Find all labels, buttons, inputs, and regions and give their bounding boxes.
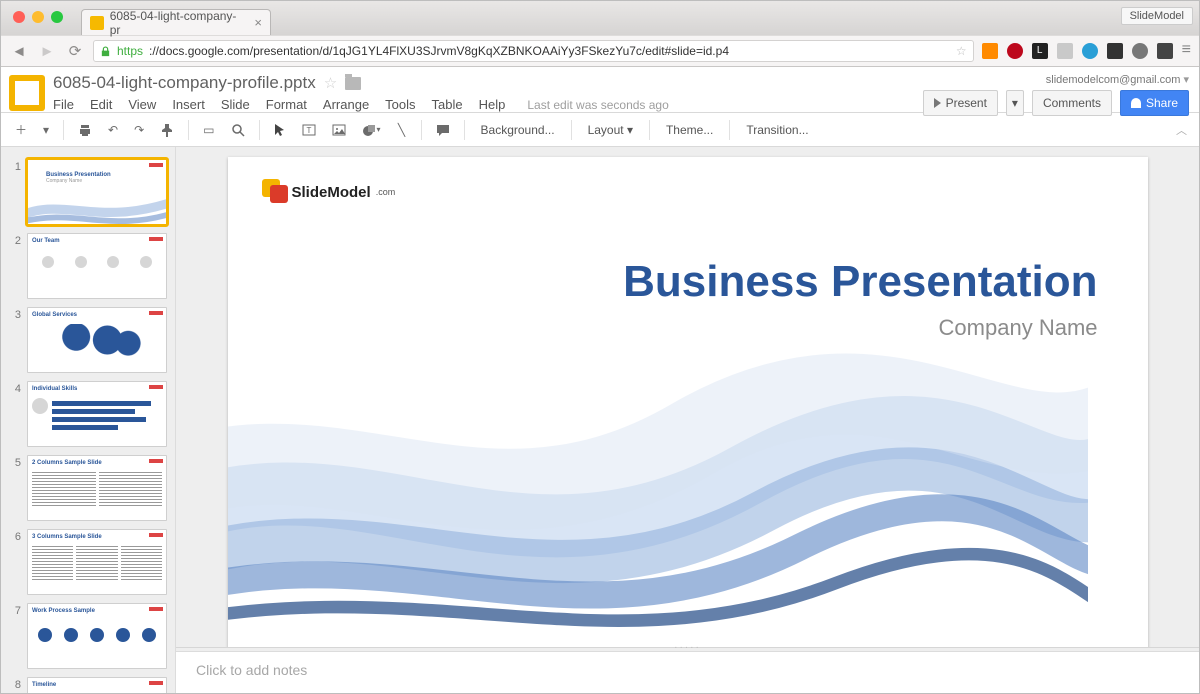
document-title[interactable]: 6085-04-light-company-profile.pptx [53,73,316,93]
thumbnail-5[interactable]: 2 Columns Sample Slide [27,455,167,521]
slide-canvas[interactable]: SlideModel .com Business Presentation Co… [228,157,1148,647]
svg-text:T: T [306,126,311,135]
ext-icon-8[interactable] [1157,43,1173,59]
undo-button[interactable]: ↶ [102,118,124,142]
url-scheme: https [117,44,143,58]
profile-badge[interactable]: SlideModel [1121,7,1193,25]
forward-button[interactable]: ► [37,41,57,61]
minimize-window-button[interactable] [32,11,44,23]
present-dropdown[interactable]: ▾ [1006,90,1024,116]
notes-splitter[interactable] [176,647,1199,651]
account-email[interactable]: slidemodelcom@gmail.com [1046,73,1189,86]
canvas-area: SlideModel .com Business Presentation Co… [176,147,1199,693]
slide-thumbnails[interactable]: 1 Business Presentation Company Name 2 O… [1,147,176,693]
tab-strip: 6085-04-light-company-pr × SlideModel [1,1,1199,35]
zoom-button[interactable] [225,118,251,142]
ext-icon-7[interactable] [1132,43,1148,59]
slides-logo[interactable] [9,75,45,111]
line-tool[interactable]: ╲ [391,118,413,142]
thumbnail-2[interactable]: Our Team [27,233,167,299]
background-button[interactable]: Background... [473,119,563,141]
slidemodel-logo: SlideModel .com [262,179,396,205]
thumb-number: 1 [9,159,21,225]
comment-tool[interactable] [430,118,456,142]
new-slide-button[interactable]: ＋ [9,118,33,142]
comments-button[interactable]: Comments [1032,90,1112,116]
thumbnail-8[interactable]: Timeline [27,677,167,693]
share-button[interactable]: Share [1120,90,1189,116]
docs-header: 6085-04-light-company-profile.pptx ☆ Fil… [1,67,1199,113]
last-edit-label[interactable]: Last edit was seconds ago [527,98,668,112]
layout-button[interactable]: Layout ▾ [580,119,641,141]
slides-favicon [90,16,104,30]
logo-text: SlideModel [292,184,371,201]
comments-label: Comments [1043,96,1101,110]
canvas-scroll[interactable]: SlideModel .com Business Presentation Co… [176,147,1199,647]
speaker-notes[interactable]: Click to add notes [176,651,1199,693]
share-label: Share [1146,96,1178,110]
close-window-button[interactable] [13,11,25,23]
ext-icon-5[interactable] [1082,43,1098,59]
folder-icon[interactable] [345,77,361,90]
menu-insert[interactable]: Insert [172,97,205,112]
menu-format[interactable]: Format [266,97,307,112]
ext-icon-4[interactable] [1057,43,1073,59]
notes-placeholder: Click to add notes [196,662,307,678]
thumbnail-4[interactable]: Individual Skills [27,381,167,447]
redo-button[interactable]: ↷ [128,118,150,142]
ext-icon-l[interactable]: L [1032,43,1048,59]
logo-suffix: .com [376,187,396,197]
menu-help[interactable]: Help [479,97,506,112]
present-button[interactable]: Present [923,90,998,116]
paint-format-button[interactable] [154,118,180,142]
bookmark-star-icon[interactable]: ☆ [956,44,967,58]
zoom-fit-button[interactable]: ▭ [197,118,220,142]
present-label: Present [946,96,987,110]
browser-window: 6085-04-light-company-pr × SlideModel ◄ … [0,0,1200,694]
textbox-tool[interactable]: T [296,118,322,142]
transition-button[interactable]: Transition... [738,119,816,141]
address-input[interactable]: https ://docs.google.com/presentation/d/… [93,40,974,62]
toolbar: ＋ ▾ ↶ ↷ ▭ T ▾ ╲ Background... Layout ▾ T… [1,113,1199,147]
reload-button[interactable]: ⟳ [65,41,85,61]
browser-tab[interactable]: 6085-04-light-company-pr × [81,9,271,35]
thumbnail-6[interactable]: 3 Columns Sample Slide [27,529,167,595]
menu-slide[interactable]: Slide [221,97,250,112]
logo-mark-icon [262,179,288,205]
new-slide-dropdown[interactable]: ▾ [37,118,55,142]
select-tool[interactable] [268,118,292,142]
theme-button[interactable]: Theme... [658,119,721,141]
image-tool[interactable] [326,118,352,142]
shape-tool[interactable]: ▾ [356,118,387,142]
window-controls [13,11,63,23]
menu-file[interactable]: File [53,97,74,112]
ext-icon-1[interactable] [982,43,998,59]
extension-icons: L ≡ [982,43,1191,59]
url-text: ://docs.google.com/presentation/d/1qJG1Y… [149,44,729,58]
star-icon[interactable]: ☆ [324,74,337,92]
lock-icon [100,46,111,57]
slide-title[interactable]: Business Presentation [623,257,1097,307]
background-wave [228,313,1088,647]
back-button[interactable]: ◄ [9,41,29,61]
url-bar: ◄ ► ⟳ https ://docs.google.com/presentat… [1,35,1199,67]
workspace: 1 Business Presentation Company Name 2 O… [1,147,1199,693]
maximize-window-button[interactable] [51,11,63,23]
menu-tools[interactable]: Tools [385,97,415,112]
thumbnail-1[interactable]: Business Presentation Company Name [27,159,167,225]
collapse-toolbar-icon[interactable]: ︿ [1172,118,1191,142]
chrome-menu-icon[interactable]: ≡ [1182,43,1191,59]
thumbnail-7[interactable]: Work Process Sample [27,603,167,669]
menu-edit[interactable]: Edit [90,97,112,112]
close-tab-icon[interactable]: × [254,15,262,30]
thumbnail-3[interactable]: Global Services [27,307,167,373]
print-button[interactable] [72,118,98,142]
tab-title: 6085-04-light-company-pr [110,9,244,37]
buffer-icon[interactable] [1107,43,1123,59]
menu-view[interactable]: View [128,97,156,112]
pinterest-icon[interactable] [1007,43,1023,59]
menu-table[interactable]: Table [432,97,463,112]
menu-arrange[interactable]: Arrange [323,97,369,112]
